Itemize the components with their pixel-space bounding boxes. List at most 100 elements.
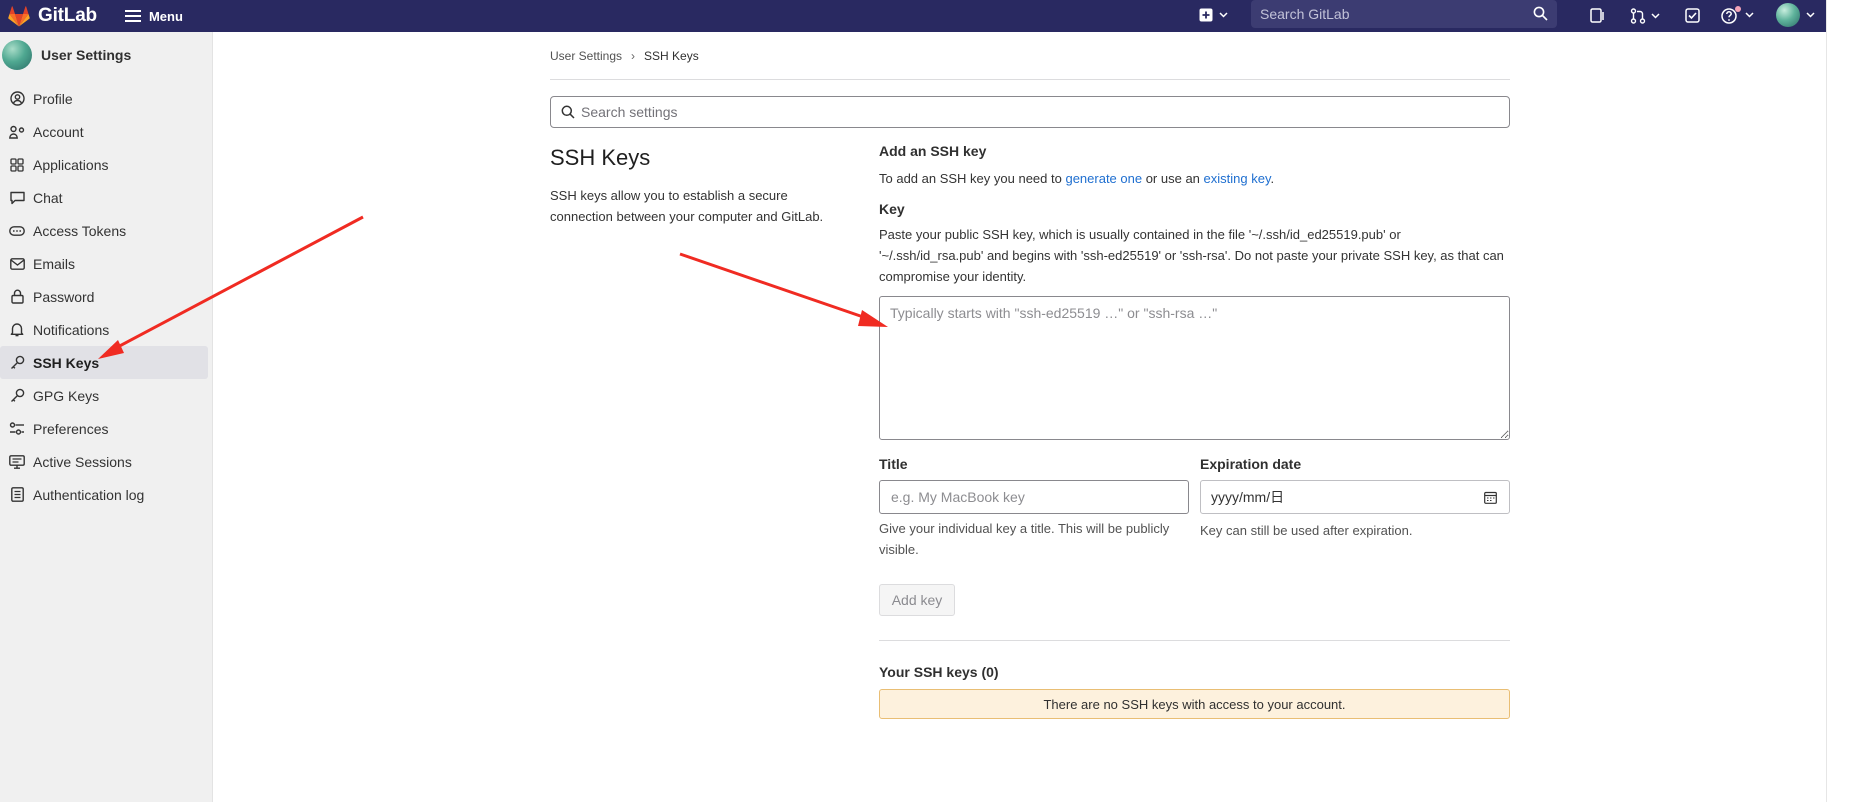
help-icon xyxy=(1721,6,1741,24)
sidebar-item-label: Emails xyxy=(33,255,76,272)
sidebar-item-label: Profile xyxy=(33,90,73,107)
main-content: User Settings › SSH Keys xyxy=(550,32,1510,128)
add-ssh-key-form: Add an SSH key To add an SSH key you nee… xyxy=(879,143,1510,719)
top-navigation-bar: GitLab Menu xyxy=(0,0,1826,32)
form-intro: To add an SSH key you need to generate o… xyxy=(879,168,1510,189)
sidebar-item-active-sessions[interactable]: Active Sessions xyxy=(0,445,208,478)
log-icon xyxy=(9,487,25,503)
user-settings-sidebar: User Settings Profile Account Applicatio… xyxy=(0,32,213,802)
expiration-help-text: Key can still be used after expiration. xyxy=(1200,523,1413,538)
bell-icon xyxy=(9,322,25,338)
avatar xyxy=(1776,3,1800,27)
menu-button[interactable]: Menu xyxy=(124,9,183,24)
issues-button[interactable] xyxy=(1590,8,1605,23)
profile-icon xyxy=(9,91,25,107)
todo-icon xyxy=(1685,8,1700,23)
sidebar-item-authentication-log[interactable]: Authentication log xyxy=(0,478,208,511)
section-info: SSH Keys SSH keys allow you to establish… xyxy=(550,145,850,227)
plus-square-icon xyxy=(1199,8,1213,22)
sidebar-item-emails[interactable]: Emails xyxy=(0,247,208,280)
sidebar-item-applications[interactable]: Applications xyxy=(0,148,208,181)
mail-icon xyxy=(9,256,25,272)
intro-middle: or use an xyxy=(1142,171,1204,186)
section-title: SSH Keys xyxy=(550,145,651,170)
breadcrumb-parent-link[interactable]: User Settings xyxy=(550,49,622,63)
expiration-date-value: yyyy/mm/日 xyxy=(1211,489,1285,505)
sidebar-item-label: Preferences xyxy=(33,420,109,437)
sidebar-item-label: Access Tokens xyxy=(33,222,127,239)
sidebar-item-ssh-keys[interactable]: SSH Keys xyxy=(0,346,208,379)
sidebar-item-label: Active Sessions xyxy=(33,453,132,470)
expiration-date-input[interactable]: yyyy/mm/日 xyxy=(1200,480,1510,514)
sidebar-item-access-tokens[interactable]: Access Tokens xyxy=(0,214,208,247)
key-help-text: Paste your public SSH key, which is usua… xyxy=(879,227,1504,284)
no-keys-message: There are no SSH keys with access to you… xyxy=(1043,696,1346,712)
key-icon xyxy=(9,388,25,404)
sidebar-header[interactable]: User Settings xyxy=(0,32,212,78)
chat-icon xyxy=(9,190,25,206)
chevron-down-icon xyxy=(1806,12,1815,18)
gitlab-logo[interactable]: GitLab xyxy=(8,5,97,27)
todos-button[interactable] xyxy=(1685,8,1700,23)
global-search-input[interactable] xyxy=(1260,6,1530,22)
title-input[interactable] xyxy=(879,480,1189,514)
settings-search-input[interactable] xyxy=(581,104,1481,120)
key-icon xyxy=(9,355,25,371)
account-icon xyxy=(9,124,25,140)
tanuki-icon xyxy=(8,5,30,26)
sidebar-item-profile[interactable]: Profile xyxy=(0,82,208,115)
chevron-down-icon xyxy=(1745,12,1754,18)
existing-key-link[interactable]: existing key xyxy=(1204,171,1271,186)
hamburger-icon xyxy=(124,10,141,22)
generate-one-link[interactable]: generate one xyxy=(1065,171,1142,186)
search-icon xyxy=(561,105,575,119)
sidebar-item-notifications[interactable]: Notifications xyxy=(0,313,208,346)
global-search[interactable] xyxy=(1251,0,1557,28)
breadcrumb-separator: › xyxy=(631,48,636,63)
help-button[interactable] xyxy=(1721,5,1754,25)
user-menu-button[interactable] xyxy=(1776,3,1815,27)
calendar-icon[interactable] xyxy=(1484,491,1497,504)
sidebar-item-password[interactable]: Password xyxy=(0,280,208,313)
preferences-icon xyxy=(9,421,25,437)
key-textarea[interactable] xyxy=(879,296,1510,440)
title-help-text: Give your individual key a title. This w… xyxy=(879,521,1170,557)
form-heading: Add an SSH key xyxy=(879,143,987,159)
sidebar-item-label: Chat xyxy=(33,189,63,206)
title-label: Title xyxy=(879,456,908,472)
lock-icon xyxy=(9,289,25,305)
chevron-down-icon xyxy=(1651,13,1660,19)
sidebar-item-label: Account xyxy=(33,123,84,140)
sidebar-item-gpg-keys[interactable]: GPG Keys xyxy=(0,379,208,412)
section-description: SSH keys allow you to establish a secure… xyxy=(550,188,824,224)
no-keys-alert: There are no SSH keys with access to you… xyxy=(879,689,1510,719)
sidebar-item-account[interactable]: Account xyxy=(0,115,208,148)
intro-suffix: . xyxy=(1270,171,1275,186)
sidebar-item-label: SSH Keys xyxy=(33,354,100,371)
search-icon xyxy=(1533,6,1548,21)
applications-icon xyxy=(9,157,25,173)
intro-prefix: To add an SSH key you need to xyxy=(879,171,1066,186)
expiration-field-group: Expiration date yyyy/mm/日 Key can still … xyxy=(1200,456,1510,560)
sidebar-item-label: GPG Keys xyxy=(33,387,100,404)
sidebar-item-label: Applications xyxy=(33,156,109,173)
sidebar-item-label: Authentication log xyxy=(33,486,145,503)
annotation-arrow-key-field xyxy=(679,252,888,327)
breadcrumb: User Settings › SSH Keys xyxy=(550,32,1510,80)
your-keys-heading: Your SSH keys (0) xyxy=(879,664,999,680)
expiration-label: Expiration date xyxy=(1200,456,1302,472)
sidebar-title: User Settings xyxy=(41,47,132,63)
new-dropdown-button[interactable] xyxy=(1199,8,1228,22)
sidebar-item-preferences[interactable]: Preferences xyxy=(0,412,208,445)
sidebar-item-chat[interactable]: Chat xyxy=(0,181,208,214)
settings-search[interactable] xyxy=(550,96,1510,128)
merge-requests-button[interactable] xyxy=(1630,8,1660,24)
add-key-button[interactable]: Add key xyxy=(879,584,955,616)
monitor-icon xyxy=(9,454,25,470)
token-icon xyxy=(9,223,25,239)
window-edge xyxy=(1826,0,1863,802)
key-label: Key xyxy=(879,201,905,217)
breadcrumb-current[interactable]: SSH Keys xyxy=(644,49,699,63)
sidebar-item-label: Notifications xyxy=(33,321,110,338)
title-field-group: Title Give your individual key a title. … xyxy=(879,456,1189,560)
